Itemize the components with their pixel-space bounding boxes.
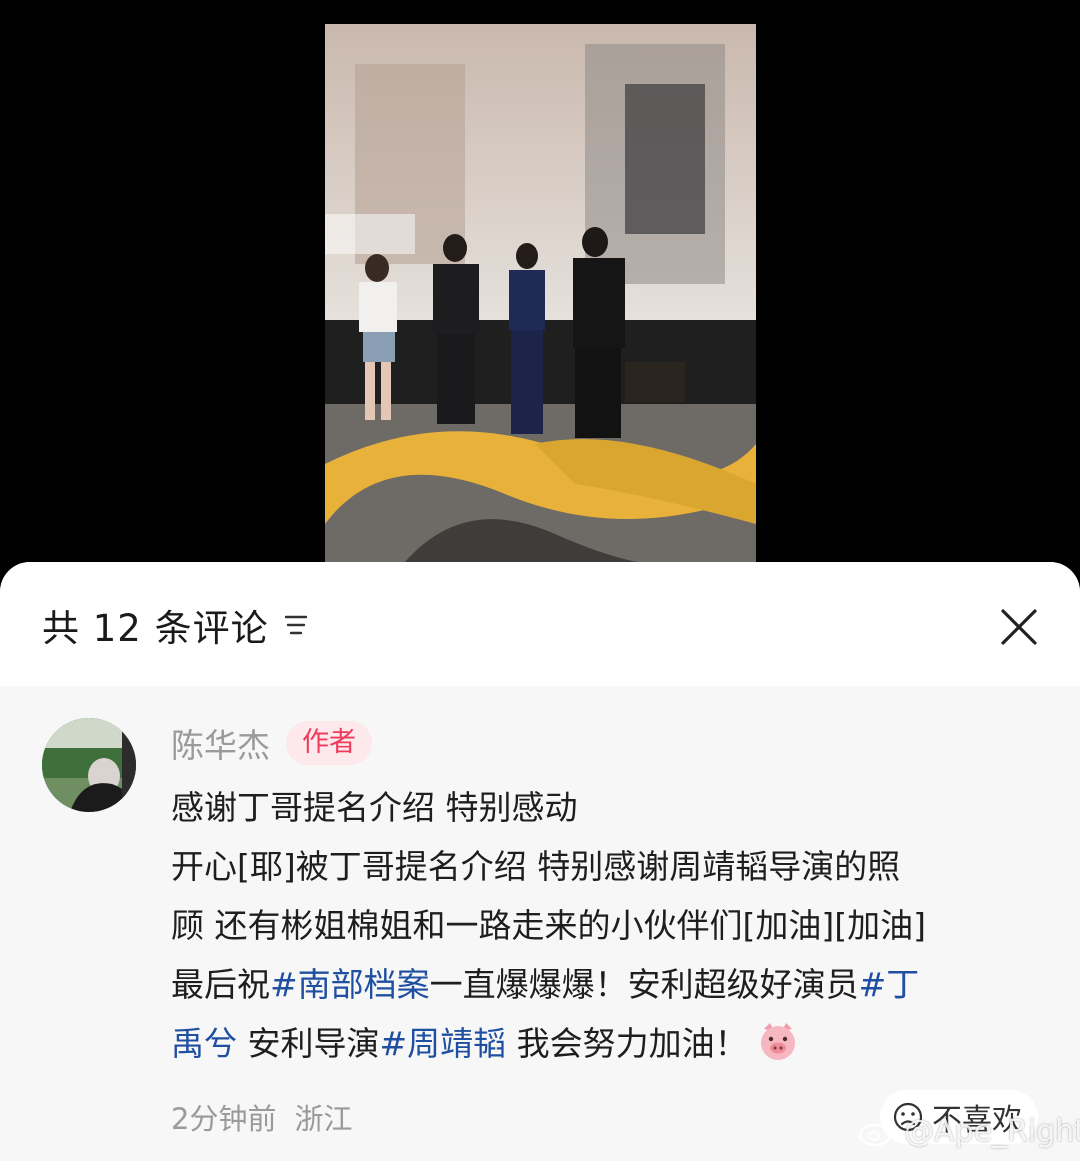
comment-line: 顾 还有彬姐棉姐和一路走来的小伙伴们[加油][加油] <box>171 896 1051 955</box>
comment-text-segment: 安利导演 <box>237 1024 380 1063</box>
author-badge: 作者 <box>286 721 372 765</box>
comment-count-sort[interactable]: 共 12 条评论 <box>42 600 309 650</box>
sort-filter-icon[interactable] <box>283 612 309 638</box>
hashtag-link[interactable]: 禹兮 <box>171 1024 237 1063</box>
comment-text-segment: 开心[耶]被丁哥提名介绍 特别感谢周靖韬导演的照 <box>171 847 901 886</box>
comment-text-segment: 最后祝 <box>171 965 270 1004</box>
comment-author-row: 陈华杰 作者 <box>171 720 372 766</box>
comment-line: 最后祝#南部档案一直爆爆爆！安利超级好演员#丁 <box>171 955 1051 1014</box>
comment-text-segment: 我会努力加油！ <box>506 1024 748 1063</box>
username[interactable]: 陈华杰 <box>171 719 270 767</box>
event-photo[interactable] <box>325 24 756 562</box>
comment-sheet: 共 12 条评论 陈华杰 作者 感谢丁哥提名介绍 特别感动 开心[耶]被丁哥提名… <box>0 562 1080 1161</box>
close-icon <box>1001 609 1037 645</box>
comment-meta: 2分钟前 浙江 <box>171 1096 352 1138</box>
hashtag-link[interactable]: #丁 <box>859 965 920 1004</box>
sheet-header: 共 12 条评论 <box>0 562 1080 686</box>
comment-time: 2分钟前 <box>171 1102 277 1136</box>
comment-count-title: 共 12 条评论 <box>42 607 269 650</box>
comment-location: 浙江 <box>294 1102 353 1136</box>
comment-text-segment: 顾 还有彬姐棉姐和一路走来的小伙伴们[加油][加油] <box>171 906 926 945</box>
hashtag-link[interactable]: #周靖韬 <box>380 1024 507 1063</box>
comment-text-segment: 感谢丁哥提名介绍 特别感动 <box>171 788 578 827</box>
avatar[interactable] <box>42 718 136 812</box>
watermark: @Ape_Right <box>858 1114 1080 1149</box>
comment-item[interactable]: 陈华杰 作者 感谢丁哥提名介绍 特别感动开心[耶]被丁哥提名介绍 特别感谢周靖韬… <box>0 686 1080 1161</box>
weibo-logo-icon <box>858 1119 896 1146</box>
comment-line: 感谢丁哥提名介绍 特别感动 <box>171 778 1051 837</box>
comment-line: 开心[耶]被丁哥提名介绍 特别感谢周靖韬导演的照 <box>171 837 1051 896</box>
comment-line: 禹兮 安利导演#周靖韬 我会努力加油！ <box>171 1014 1051 1073</box>
watermark-text: @Ape_Right <box>904 1114 1080 1149</box>
pig-face-emoji <box>760 1023 795 1060</box>
hashtag-link[interactable]: #南部档案 <box>270 965 430 1004</box>
comment-text-segment: 一直爆爆爆！安利超级好演员 <box>429 965 859 1004</box>
event-photo-image <box>325 24 756 562</box>
avatar-image <box>42 718 136 812</box>
comment-text: 感谢丁哥提名介绍 特别感动开心[耶]被丁哥提名介绍 特别感谢周靖韬导演的照顾 还… <box>171 778 1051 1073</box>
close-button[interactable] <box>994 602 1044 652</box>
